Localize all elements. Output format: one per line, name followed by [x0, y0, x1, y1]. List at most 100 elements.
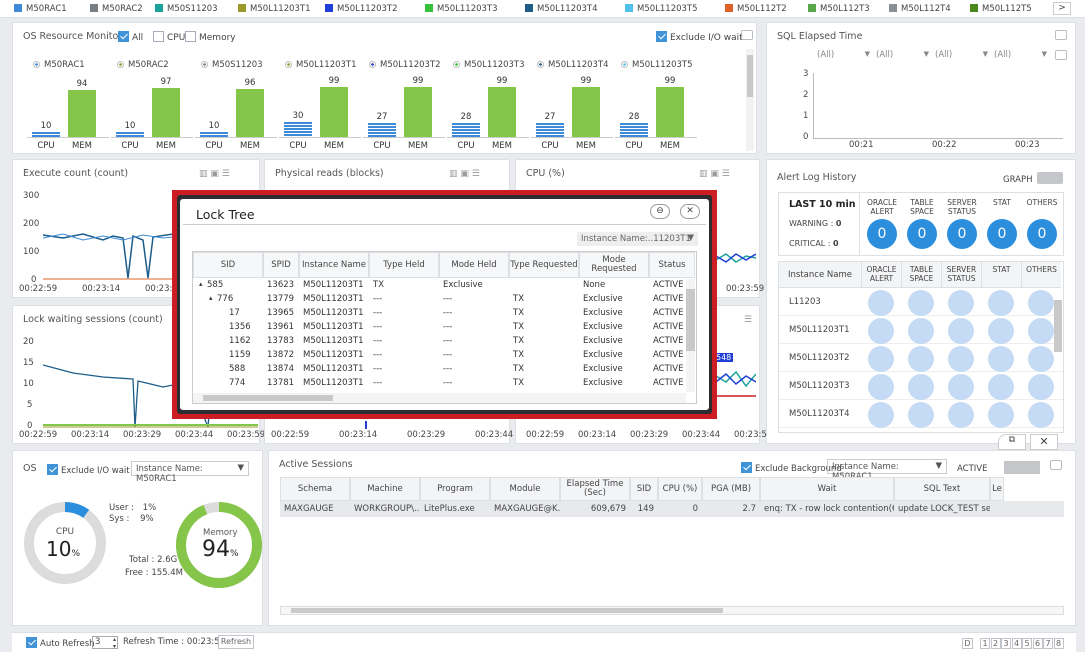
alert-status-circle[interactable]	[908, 346, 934, 372]
filter-select[interactable]: (All) ▼	[935, 50, 990, 62]
refresh-icon[interactable]	[1055, 50, 1067, 60]
instance-header[interactable]: M50L11203T5	[621, 60, 693, 70]
page-button[interactable]: 7	[1043, 638, 1053, 649]
column-header[interactable]: Schema	[280, 477, 350, 501]
alert-status-circle[interactable]	[988, 318, 1014, 344]
vscrollbar[interactable]	[686, 279, 695, 392]
lock-tree-row[interactable]: 1159 13872 M50L11203T1 --- --- TX Exclusive ACT…	[193, 349, 686, 363]
alert-count-circle[interactable]: 0	[907, 219, 937, 249]
alert-status-circle[interactable]	[868, 318, 894, 344]
alert-status-circle[interactable]	[1028, 290, 1054, 316]
os-monitor-scrollbar[interactable]	[746, 49, 754, 151]
alert-status-circle[interactable]	[908, 318, 934, 344]
column-header[interactable]: Elapsed Time (Sec)	[560, 477, 630, 501]
column-header[interactable]: Mode Requested	[579, 252, 649, 278]
column-header[interactable]: Program	[420, 477, 490, 501]
alert-status-circle[interactable]	[1028, 402, 1054, 428]
lock-tree-row[interactable]: 17 13965 M50L11203T1 --- --- TX Exclusive ACTIV…	[193, 307, 686, 321]
legend-item[interactable]: M50L11203T5	[625, 4, 698, 14]
alert-status-circle[interactable]	[948, 374, 974, 400]
column-header[interactable]: SID	[630, 477, 658, 501]
legend-item[interactable]: M50L11203T1	[238, 4, 311, 14]
lock-tree-row[interactable]: 1162 13783 M50L11203T1 --- --- TX Exclusive ACT…	[193, 335, 686, 349]
alert-status-circle[interactable]	[988, 290, 1014, 316]
window-icon[interactable]	[1055, 30, 1067, 40]
lock-tree-row[interactable]: 774 13781 M50L11203T1 --- --- TX Exclusive ACTI…	[193, 377, 686, 391]
legend-item[interactable]: M50L112T4	[889, 4, 951, 14]
close-icon[interactable]: ✕	[1030, 434, 1058, 450]
column-header[interactable]: Mode Held	[439, 252, 509, 278]
alert-status-circle[interactable]	[908, 402, 934, 428]
instance-header[interactable]: M50L11203T4	[537, 60, 609, 70]
alert-count-circle[interactable]: 0	[867, 219, 897, 249]
alert-count-circle[interactable]: 0	[1027, 219, 1057, 249]
instance-filter[interactable]: Instance Name:..11203T1 ▼	[577, 232, 698, 246]
alert-status-circle[interactable]	[908, 374, 934, 400]
exclude-io-checkbox[interactable]: Exclude I/O wait	[47, 464, 130, 476]
alert-status-circle[interactable]	[1028, 318, 1054, 344]
instance-select[interactable]: Instance Name: M50RAC1▼	[131, 461, 249, 484]
alert-status-circle[interactable]	[1028, 374, 1054, 400]
chart-icons[interactable]: ▥ ▣ ☰	[699, 169, 730, 179]
active-toggle[interactable]: ACTIVE	[957, 461, 1040, 474]
alert-status-circle[interactable]	[988, 374, 1014, 400]
lock-tree-row[interactable]: 588 13874 M50L11203T1 --- --- TX Exclusive ACTI…	[193, 363, 686, 377]
page-button[interactable]: 4	[1011, 638, 1022, 649]
alert-count-circle[interactable]: 0	[987, 219, 1017, 249]
page-button[interactable]: 2	[990, 638, 1001, 649]
instance-header[interactable]: M50L11203T1	[285, 60, 357, 70]
column-header[interactable]: SQL Text	[894, 477, 990, 501]
lock-tree-row[interactable]: ▴ 776 13779 M50L11203T1 --- --- TX Exclusive ACT…	[193, 293, 686, 307]
legend-item[interactable]: M50S11203	[155, 4, 218, 14]
column-header[interactable]: Status	[649, 252, 695, 278]
legend-item[interactable]: M50L11203T2	[325, 4, 398, 14]
chart-icons[interactable]: ▥ ▣ ☰	[199, 169, 230, 179]
column-header[interactable]: SID	[193, 252, 263, 278]
column-header[interactable]: PGA (MB)	[702, 477, 760, 501]
instance-header[interactable]: M50L11203T2	[369, 60, 441, 70]
legend-item[interactable]: M50L11203T3	[425, 4, 498, 14]
alert-status-circle[interactable]	[988, 346, 1014, 372]
page-button[interactable]: 3	[1001, 638, 1011, 649]
alert-status-circle[interactable]	[908, 290, 934, 316]
column-header[interactable]: Type Held	[369, 252, 439, 278]
expand-icon[interactable]: ▴	[199, 280, 203, 288]
filter-select[interactable]: (All) ▼	[876, 50, 931, 62]
exclude-io-checkbox[interactable]: Exclude I/O wait	[656, 31, 743, 43]
alert-status-circle[interactable]	[948, 290, 974, 316]
refresh-button[interactable]: Refresh	[218, 635, 254, 649]
alert-status-circle[interactable]	[948, 318, 974, 344]
column-header[interactable]: SPID	[263, 252, 299, 278]
page-button[interactable]: 6	[1032, 638, 1043, 649]
alert-status-circle[interactable]	[868, 402, 894, 428]
alert-scrollbar[interactable]	[1054, 300, 1062, 352]
column-header[interactable]: Wait	[760, 477, 894, 501]
chart-icons[interactable]: ▥ ▣ ☰	[449, 169, 480, 179]
refresh-interval-input[interactable]: 3 ▴ ▾	[92, 636, 118, 650]
instance-select[interactable]: Instance Name: M50RAC1▼	[827, 459, 947, 482]
legend-item[interactable]: M50L112T3	[808, 4, 870, 14]
window-icon[interactable]	[1050, 460, 1062, 470]
lock-tree-row[interactable]: ▴ 585 13623 M50L11203T1 TX Exclusive None ACTIV…	[193, 279, 686, 293]
restore-icon[interactable]: ⧉	[998, 434, 1026, 450]
d-button[interactable]: D	[962, 638, 973, 649]
instance-header[interactable]: M50RAC1	[33, 60, 85, 70]
window-icon[interactable]	[741, 30, 753, 40]
legend-item[interactable]: M50RAC2	[90, 4, 143, 14]
minimize-icon[interactable]: ⊖	[650, 204, 670, 219]
column-header[interactable]: Instance Name	[299, 252, 369, 278]
page-button[interactable]: 1	[980, 638, 990, 649]
hscrollbar[interactable]	[280, 606, 1064, 615]
hscrollbar[interactable]	[193, 393, 686, 403]
alert-status-circle[interactable]	[948, 402, 974, 428]
column-header[interactable]: Type Requested	[509, 252, 579, 278]
alert-status-circle[interactable]	[988, 402, 1014, 428]
alert-count-circle[interactable]: 0	[947, 219, 977, 249]
legend-item[interactable]: M50L11203T4	[525, 4, 598, 14]
alert-status-circle[interactable]	[948, 346, 974, 372]
expand-icon[interactable]: ▴	[209, 294, 213, 302]
column-header[interactable]: Machine	[350, 477, 420, 501]
legend-item[interactable]: M50L112T2	[725, 4, 787, 14]
legend-item[interactable]: M50RAC1	[14, 4, 67, 14]
alert-status-circle[interactable]	[868, 374, 894, 400]
